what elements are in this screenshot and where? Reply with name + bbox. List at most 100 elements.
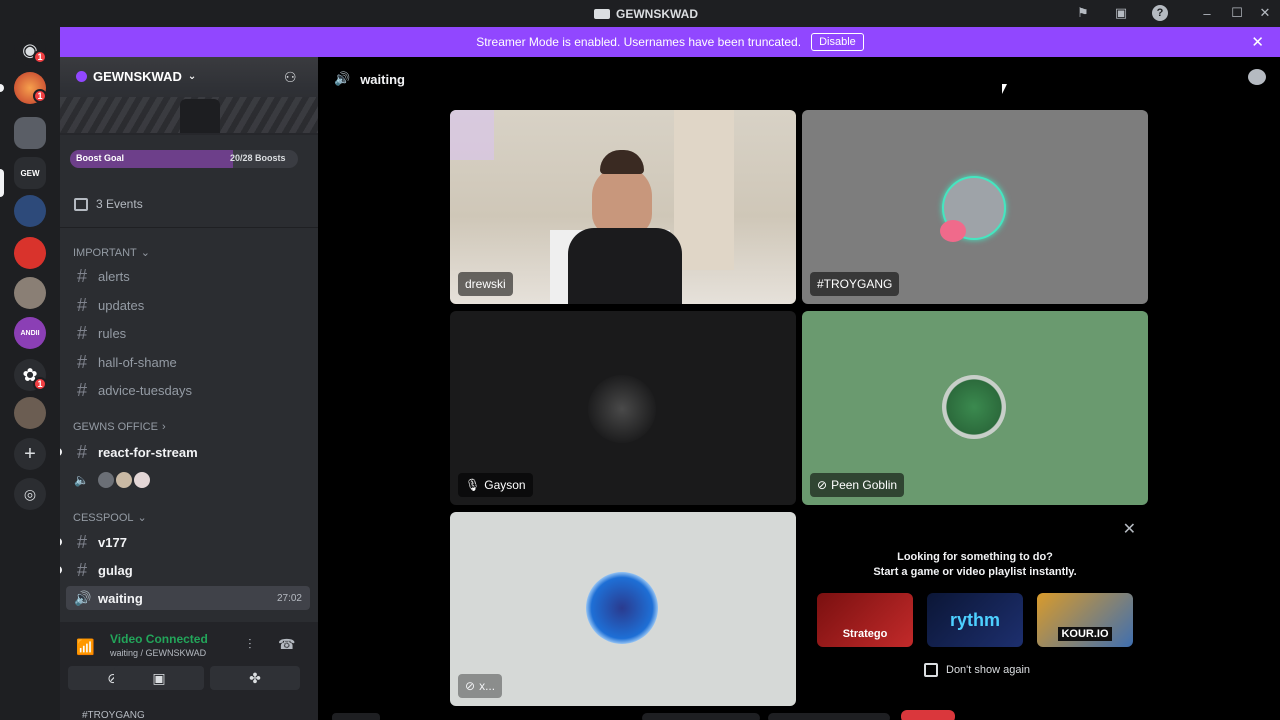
server-icon-3[interactable] <box>14 195 46 227</box>
channel-label: react-for-stream <box>98 444 198 460</box>
participant-name: #TROYGANG <box>817 277 893 291</box>
control-button[interactable] <box>332 713 380 720</box>
chat-bubble-icon[interactable] <box>1248 69 1266 85</box>
voice-participants[interactable]: 🔈 <box>74 471 151 489</box>
server-name-text: GEWNSKWAD <box>93 69 182 84</box>
server-icon-4[interactable] <box>14 237 46 269</box>
channel-updates[interactable]: # updates <box>66 293 310 317</box>
channel-sidebar: GEWNSKWAD ⌄ ⚇ Boost Goal 20/28 Boosts 3 … <box>60 57 318 720</box>
server-header[interactable]: GEWNSKWAD ⌄ ⚇ <box>60 57 318 135</box>
minimize-button[interactable]: – <box>1199 5 1215 21</box>
maximize-button[interactable]: ☐ <box>1229 5 1245 21</box>
video-tile-peen-goblin[interactable]: ⊘ Peen Goblin <box>802 311 1148 505</box>
participant-avatar <box>586 572 658 644</box>
server-icon-8[interactable] <box>14 397 46 429</box>
unread-pill <box>0 84 4 92</box>
noise-suppression-icon[interactable]: ⫶ <box>248 636 252 653</box>
control-button[interactable] <box>768 713 890 720</box>
close-suggestion-icon[interactable]: ✕ <box>1123 519 1136 539</box>
game-card-rythm[interactable]: rythm <box>927 593 1023 647</box>
close-banner-icon[interactable]: ✕ <box>1251 33 1264 51</box>
category-important[interactable]: IMPORTANT ⌄ <box>73 246 150 260</box>
channel-waiting[interactable]: 🔊 waiting 27:02 <box>66 586 310 610</box>
server-icon-5[interactable] <box>14 277 46 309</box>
channel-label: gulag <box>98 562 133 578</box>
activities-button[interactable]: ✤ <box>210 666 300 690</box>
control-button[interactable] <box>642 713 760 720</box>
voice-stage: 🔊 waiting drewski #TROYGANG 🎙 Gayson ⊘ Pee… <box>318 57 1280 720</box>
category-gewns-office[interactable]: GEWNS OFFICE › <box>73 421 166 433</box>
hash-icon: # <box>76 441 87 462</box>
server-logo-icon <box>594 9 610 19</box>
disconnect-icon[interactable]: ☎ <box>278 636 295 653</box>
streamer-mode-banner: Streamer Mode is enabled. Usernames have… <box>60 27 1280 57</box>
channel-gulag[interactable]: # gulag <box>66 558 310 582</box>
close-window-button[interactable]: ✕ <box>1257 5 1273 21</box>
events-link[interactable]: 3 Events <box>74 197 143 211</box>
signal-icon: 📶 <box>76 639 95 656</box>
dont-show-again[interactable]: Don't show again <box>924 663 1030 677</box>
discover-icon[interactable]: ◎ <box>14 478 46 510</box>
screen-share-icon: ▣ <box>152 669 166 686</box>
chevron-down-icon: ⌄ <box>187 71 197 82</box>
divider <box>60 227 318 228</box>
channel-react-for-stream[interactable]: # react-for-stream <box>66 440 310 464</box>
boost-gem-icon <box>76 71 87 82</box>
video-tile-x[interactable]: ⊘ x... <box>450 512 796 706</box>
channel-alerts[interactable]: # alerts <box>66 264 310 288</box>
mouse-cursor <box>1002 84 1007 94</box>
avatar <box>132 471 151 489</box>
channel-v177[interactable]: # v177 <box>66 530 310 554</box>
participant-tag: 🎙 Gayson <box>458 473 533 497</box>
game-title: KOUR.IO <box>1058 627 1112 641</box>
invite-user-icon[interactable]: ⚇ <box>284 69 297 86</box>
channel-hall-of-shame[interactable]: # hall-of-shame <box>66 350 310 374</box>
hash-icon: # <box>76 379 87 400</box>
voice-status[interactable]: Video Connected <box>110 632 208 646</box>
checkbox[interactable] <box>924 663 938 677</box>
server-icon-gewnskwad[interactable]: GEW <box>14 157 46 189</box>
dont-show-label: Don't show again <box>946 664 1031 676</box>
title-bar: GEWNSKWAD ⚑ ▣ ? – ☐ ✕ <box>0 0 1280 27</box>
channel-rules[interactable]: # rules <box>66 321 310 345</box>
avatar <box>114 471 133 489</box>
video-tile-troygang[interactable]: #TROYGANG <box>802 110 1148 304</box>
channel-label: rules <box>98 325 127 341</box>
window-title: GEWNSKWAD <box>594 6 698 22</box>
category-cesspool[interactable]: CESSPOOL ⌄ <box>73 511 147 525</box>
window-title-text: GEWNSKWAD <box>616 7 698 21</box>
participant-avatar <box>588 375 656 443</box>
video-tile-drewski[interactable]: drewski <box>450 110 796 304</box>
help-icon[interactable]: ? <box>1152 5 1168 21</box>
disable-button[interactable]: Disable <box>811 33 864 51</box>
channel-label: advice-tuesdays <box>98 382 192 398</box>
game-card-kour[interactable]: KOUR.IO <box>1037 593 1133 647</box>
avatar-decoration <box>940 220 966 242</box>
participant-name: drewski <box>465 277 506 291</box>
participant-name: Peen Goblin <box>831 478 898 492</box>
voice-location: waiting / GEWNSKWAD <box>110 648 207 658</box>
selected-pill <box>0 169 4 197</box>
server-icon-6[interactable]: ANDII <box>14 317 46 349</box>
boost-goal-bar[interactable]: Boost Goal 20/28 Boosts <box>70 148 308 170</box>
events-label: 3 Events <box>96 197 143 211</box>
flag-icon[interactable]: ⚑ <box>1075 5 1091 21</box>
screen-share-button[interactable]: ▣ <box>114 666 204 690</box>
speaker-icon: 🔊 <box>334 71 351 86</box>
leave-call-button[interactable] <box>901 710 955 720</box>
video-tile-gayson[interactable]: 🎙 Gayson <box>450 311 796 505</box>
unread-indicator <box>60 448 62 456</box>
activities-icon: ✤ <box>249 669 261 686</box>
server-icon-2[interactable] <box>14 117 46 149</box>
channel-advice-tuesdays[interactable]: # advice-tuesdays <box>66 378 310 402</box>
inbox-icon[interactable]: ▣ <box>1113 5 1129 21</box>
calendar-icon <box>74 197 88 211</box>
participant-name: x... <box>479 679 496 693</box>
voice-connection-panel: 📶 Video Connected waiting / GEWNSKWAD ⫶ … <box>60 622 318 720</box>
channel-label: hall-of-shame <box>98 354 177 370</box>
server-name[interactable]: GEWNSKWAD ⌄ <box>76 69 196 84</box>
game-card-stratego[interactable]: Stratego <box>817 593 913 647</box>
unread-indicator <box>60 566 62 574</box>
add-server-icon[interactable]: + <box>14 438 46 470</box>
mic-muted-icon: 🎙 <box>465 478 481 492</box>
